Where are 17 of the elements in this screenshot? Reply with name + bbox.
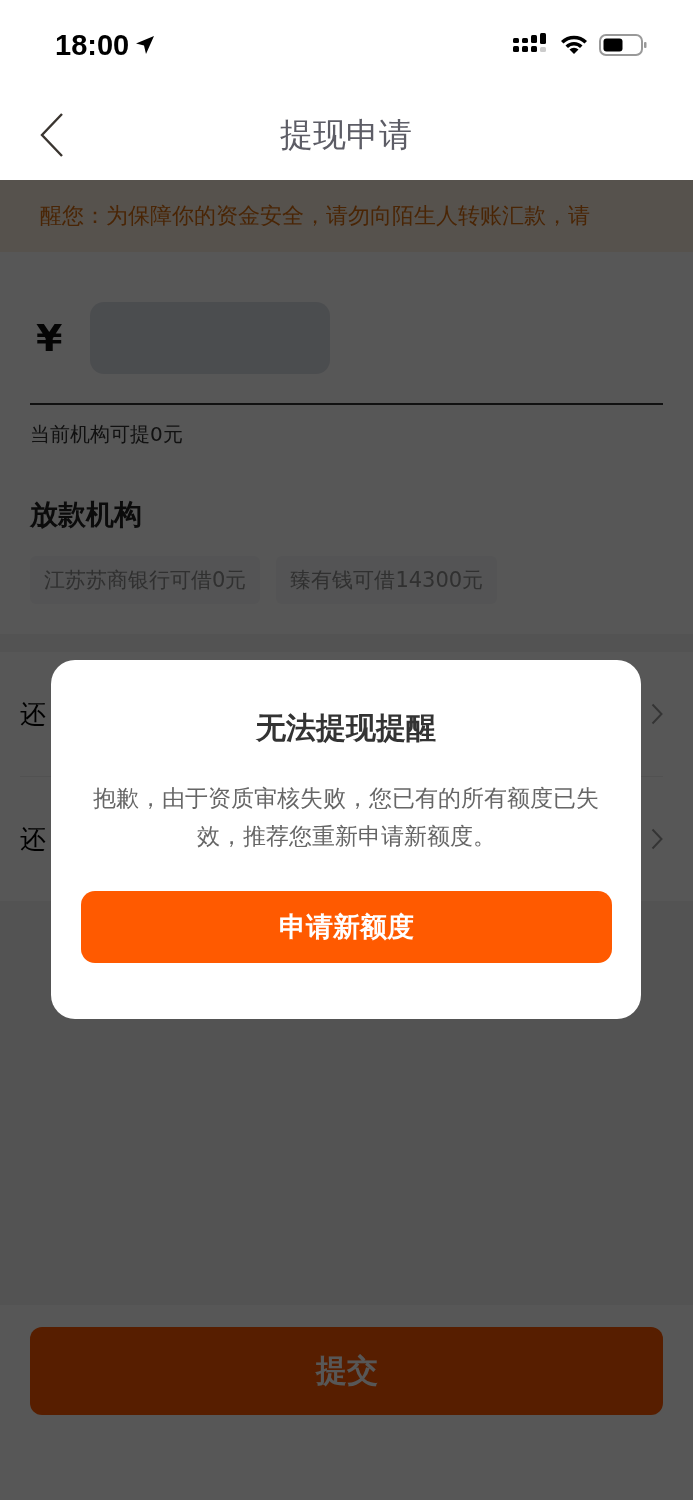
row-label: 还 — [20, 697, 46, 731]
dialog-message: 抱歉，由于资质审核失败，您已有的所有额度已失效，推荐您重新申请新额度。 — [92, 784, 600, 851]
available-text: 当前机构可提0元 — [30, 421, 184, 448]
row-label: 还 — [20, 822, 46, 856]
wifi-icon — [559, 34, 589, 56]
chevron-right-icon[interactable] — [651, 703, 663, 725]
currency-symbol: ¥ — [36, 316, 63, 360]
apply-button[interactable]: 申请新额度 — [80, 891, 612, 963]
notice-text: 醒您：为保障你的资金安全，请勿向陌生人转账汇款，请 — [40, 202, 590, 230]
dialog-title: 无法提现提醒 — [256, 709, 436, 747]
chevron-right-icon[interactable] — [651, 828, 663, 850]
back-button[interactable] — [39, 112, 65, 158]
page-title: 提现申请 — [279, 113, 413, 156]
battery-icon — [599, 33, 647, 57]
submit-button[interactable]: 提交 — [30, 1327, 663, 1415]
clock-time: 18:00 — [55, 28, 130, 62]
section-heading: 放款机构 — [30, 497, 143, 533]
